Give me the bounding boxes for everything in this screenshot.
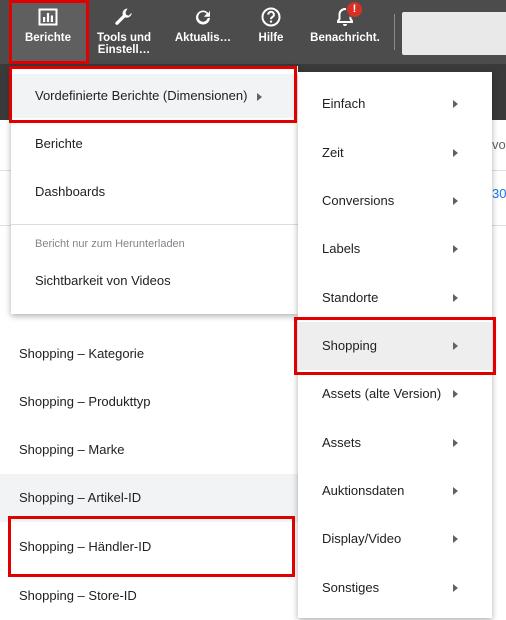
account-search-box[interactable] (402, 12, 506, 55)
chevron-right-icon (453, 342, 458, 350)
list-item-shopping-item-id[interactable]: Shopping – Artikel-ID (0, 474, 298, 522)
menu-item-predefined-reports[interactable]: Vordefinierte Berichte (Dimensionen) (11, 74, 298, 118)
reports-menu: Vordefinierte Berichte (Dimensionen) Ber… (11, 66, 298, 314)
help-icon (261, 6, 281, 28)
tools-settings-label: Tools und Einstell… (96, 32, 152, 56)
chevron-right-icon (453, 245, 458, 253)
notifications-button[interactable]: Benachricht. ! (302, 0, 388, 64)
submenu-item-auction-insights[interactable]: Auktionsdaten (298, 467, 492, 515)
menu-section-header: Bericht nur zum Herunterladen (35, 238, 185, 250)
submenu-label: Assets (alte Version) (322, 386, 442, 401)
submenu-item-assets-legacy[interactable]: Assets (alte Version) (298, 370, 492, 418)
menu-item-dashboards[interactable]: Dashboards (11, 170, 298, 214)
submenu-item-locations[interactable]: Standorte (298, 274, 492, 322)
list-item-shopping-category[interactable]: Shopping – Kategorie (0, 330, 298, 378)
submenu-item-labels[interactable]: Labels (298, 225, 492, 273)
notifications-label: Benachricht. (310, 32, 380, 44)
submenu-label: Assets (322, 435, 362, 450)
menu-item-video-visibility[interactable]: Sichtbarkeit von Videos (11, 259, 298, 303)
toolbar-separator (394, 14, 395, 50)
predefined-reports-submenu: Einfach Zeit Conversions Labels Standort… (298, 72, 492, 618)
submenu-label: Conversions (322, 193, 395, 208)
chevron-right-icon (453, 439, 458, 447)
submenu-item-time[interactable]: Zeit (298, 129, 492, 177)
list-item-shopping-store-id[interactable]: Shopping – Store-ID (0, 572, 298, 620)
chevron-right-icon (453, 535, 458, 543)
chevron-right-icon (453, 294, 458, 302)
chevron-right-icon (453, 197, 458, 205)
menu-item-label: Vordefinierte Berichte (Dimensionen) (35, 88, 248, 103)
list-item-shopping-product-type[interactable]: Shopping – Produkttyp (0, 378, 298, 426)
submenu-item-assets[interactable]: Assets (298, 419, 492, 467)
submenu-label: Auktionsdaten (322, 483, 405, 498)
top-toolbar: Berichte Tools und Einstell… Aktualis… H… (0, 0, 506, 64)
chevron-right-icon (453, 584, 458, 592)
submenu-label: Labels (322, 241, 361, 256)
edge-text: vo (492, 137, 506, 152)
submenu-item-other[interactable]: Sonstiges (298, 564, 492, 612)
refresh-label: Aktualis… (174, 32, 232, 44)
submenu-label: Display/Video (322, 531, 402, 546)
submenu-item-shopping[interactable]: Shopping (298, 322, 492, 370)
submenu-item-display-video[interactable]: Display/Video (298, 515, 492, 563)
refresh-button[interactable]: Aktualis… (170, 0, 236, 64)
menu-item-reports[interactable]: Berichte (11, 122, 298, 166)
tools-settings-button[interactable]: Tools und Einstell… (88, 0, 160, 64)
help-label: Hilfe (258, 32, 284, 44)
submenu-label: Standorte (322, 290, 379, 305)
submenu-item-basic[interactable]: Einfach (298, 80, 492, 128)
chevron-right-icon (453, 487, 458, 495)
chevron-right-icon (453, 149, 458, 157)
reports-button[interactable]: Berichte (10, 0, 86, 64)
chevron-right-icon (453, 390, 458, 398)
refresh-icon (193, 6, 213, 28)
menu-divider (11, 224, 298, 225)
submenu-label: Shopping (322, 338, 377, 353)
notification-badge: ! (346, 1, 363, 18)
list-item-shopping-merchant-id[interactable]: Shopping – Händler-ID (0, 523, 298, 571)
chevron-right-icon (453, 100, 458, 108)
edge-link[interactable]: 30 (492, 186, 506, 201)
submenu-label: Einfach (322, 96, 366, 111)
reports-icon (38, 6, 58, 28)
chevron-right-icon (257, 92, 263, 101)
list-item-shopping-brand[interactable]: Shopping – Marke (0, 426, 298, 474)
submenu-item-conversions[interactable]: Conversions (298, 177, 492, 225)
wrench-icon (114, 6, 134, 28)
reports-button-label: Berichte (24, 32, 72, 44)
help-button[interactable]: Hilfe (246, 0, 296, 64)
submenu-label: Zeit (322, 145, 344, 160)
submenu-label: Sonstiges (322, 580, 380, 595)
